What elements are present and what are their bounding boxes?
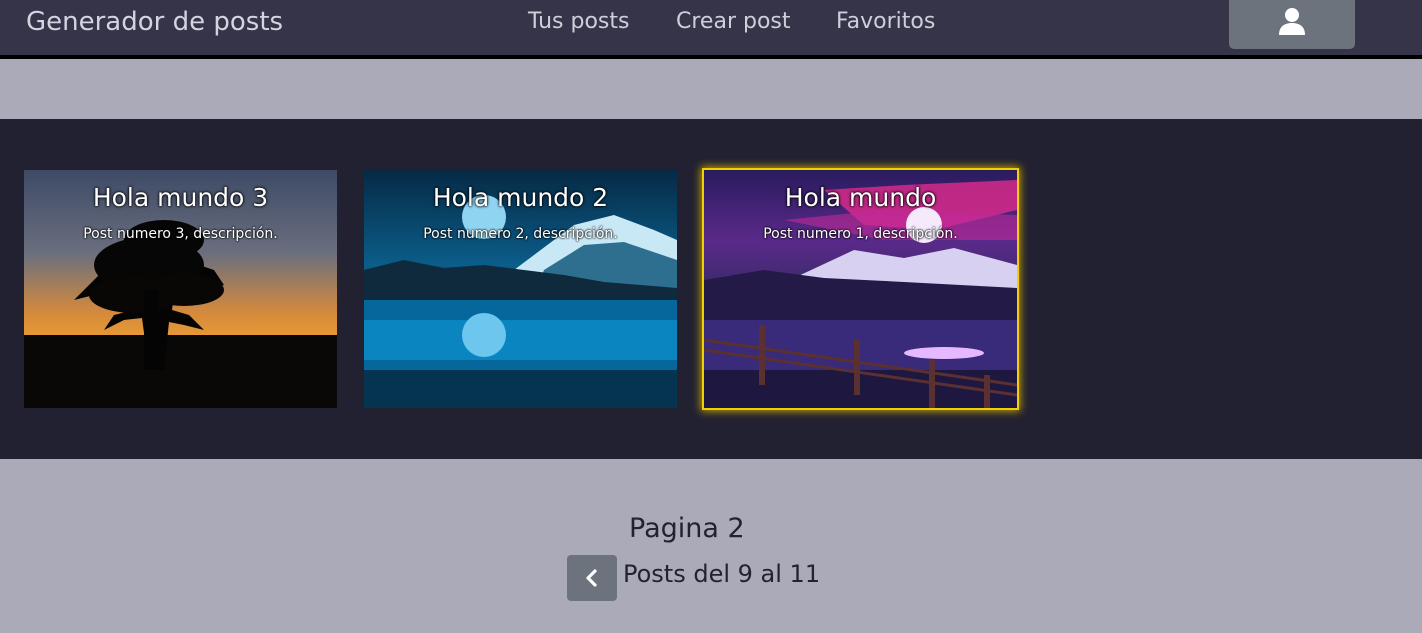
post-card-1[interactable]: Hola mundo Post numero 1, descripción.	[704, 170, 1017, 408]
user-menu-button[interactable]	[1229, 0, 1355, 49]
brand-title[interactable]: Generador de posts	[26, 5, 283, 39]
chevron-left-icon	[586, 569, 597, 587]
prev-page-button[interactable]	[567, 555, 617, 601]
post-title: Hola mundo 3	[92, 183, 269, 212]
nav-link-crear-post[interactable]: Crear post	[676, 6, 791, 38]
post-description: Post numero 1, descripción.	[763, 226, 958, 242]
post-card-3[interactable]: Hola mundo 3 Post numero 3, descripción.	[24, 170, 337, 408]
post-card-2[interactable]: Hola mundo 2 Post numero 2, descripción.	[364, 170, 677, 408]
nav-link-favoritos[interactable]: Favoritos	[836, 6, 935, 38]
posts-carousel: Hola mundo 3 Post numero 3, descripción.	[0, 119, 1422, 459]
posts-range-label: Posts del 9 al 11	[623, 560, 821, 588]
post-title: Hola mundo	[784, 183, 937, 212]
post-title: Hola mundo 2	[432, 183, 609, 212]
post-description: Post numero 3, descripción.	[83, 226, 278, 242]
nav-link-tus-posts[interactable]: Tus posts	[528, 6, 629, 38]
user-icon	[1279, 8, 1305, 35]
page-label: Pagina 2	[629, 513, 745, 544]
post-description: Post numero 2, descripción.	[423, 226, 618, 242]
navbar: Generador de posts Tus posts Crear post …	[0, 0, 1422, 59]
